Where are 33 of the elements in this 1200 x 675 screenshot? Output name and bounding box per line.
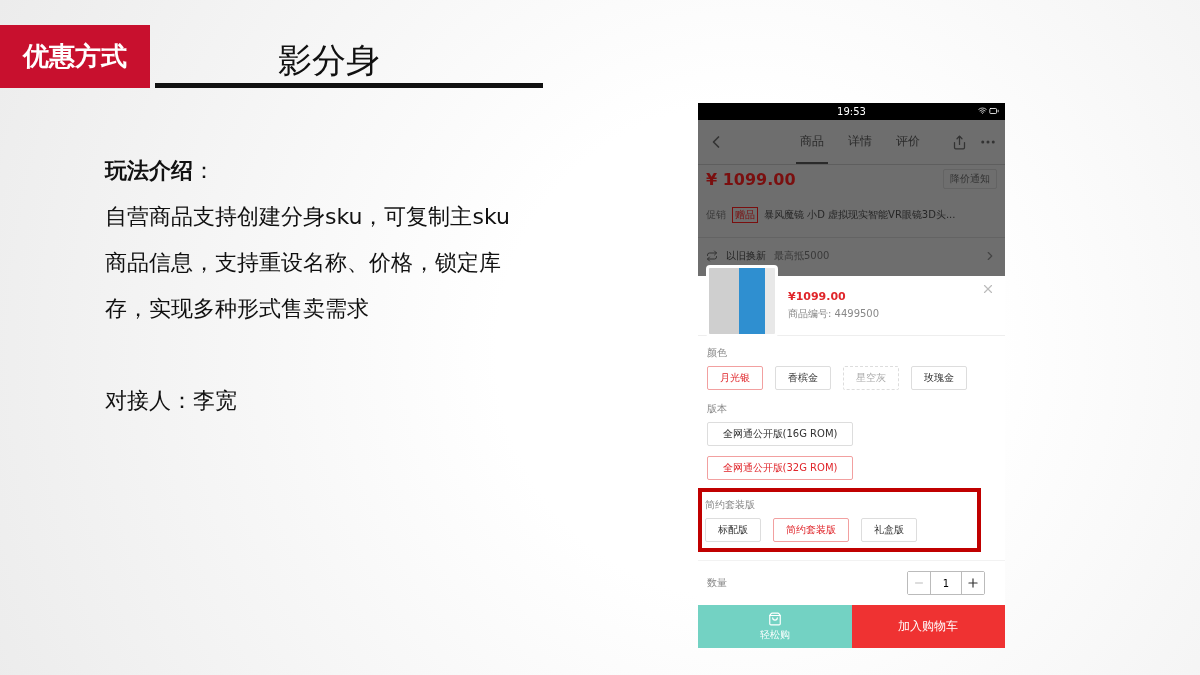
intro-paragraph: 玩法介绍： 自营商品支持创建分身sku，可复制主sku商品信息，支持重设名称、价格，锁定库存，实现多种形式售卖需求 [105,157,510,323]
option-chip[interactable]: 全网通公开版(32G ROM) [707,456,853,480]
section-badge: 优惠方式 [0,25,150,88]
nav-tab[interactable]: 详情 [844,120,876,165]
nav-tab[interactable]: 商品 [796,120,828,165]
product-price: ¥ 1099.00 [706,169,796,189]
trade-in-label: 以旧换新 [726,249,766,264]
slide-title: 影分身 [278,39,380,82]
battery-icon [989,106,999,116]
option-chip[interactable]: 礼盒版 [861,518,917,542]
quantity-label: 数量 [707,576,727,590]
quantity-stepper[interactable]: 1 [907,571,985,595]
shopping-bag-icon [767,611,782,626]
nav-tab[interactable]: 评价 [892,120,924,165]
status-time: 19:53 [837,106,866,118]
contact-person: 对接人：李宽 [105,387,238,415]
option-chip[interactable]: 玫瑰金 [911,366,967,390]
wifi-icon [978,106,987,115]
sheet-price: ¥1099.00 [788,290,847,303]
option-chip[interactable]: 全网通公开版(16G ROM) [707,422,853,446]
gift-tag: 赠品 [732,207,758,224]
option-group-title: 颜色 [707,346,728,360]
add-to-cart-button[interactable]: 加入购物车 [851,605,1005,648]
option-group-title: 版本 [707,402,728,416]
share-icon[interactable] [952,134,967,150]
option-chip[interactable]: 标配版 [705,518,761,542]
close-icon[interactable] [981,282,995,296]
option-group-title: 简约套装版 [705,498,756,512]
exchange-icon [706,250,718,263]
option-chip[interactable]: 简约套装版 [773,518,849,542]
product-code: 商品编号: 4499500 [788,307,881,321]
option-chip[interactable]: 香槟金 [775,366,831,390]
option-chip[interactable]: 月光银 [707,366,763,390]
